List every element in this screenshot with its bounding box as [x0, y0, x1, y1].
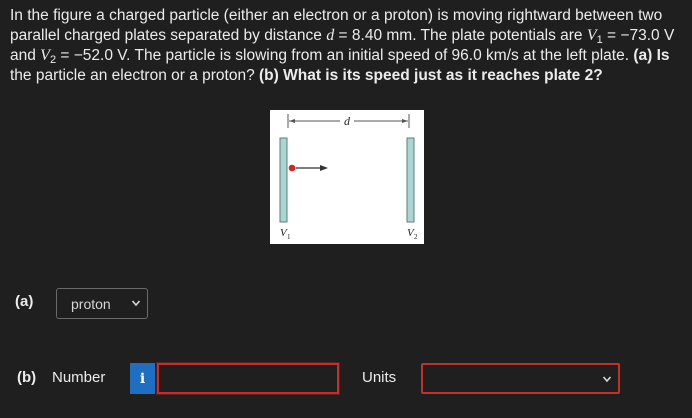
units-label: Units: [362, 369, 397, 386]
problem-text: In the figure a charged particle (either…: [10, 7, 663, 24]
plate-1: [279, 137, 288, 223]
problem-text: = −73.0 V: [602, 27, 675, 44]
part-a-label: (a): [15, 293, 34, 310]
dimension-arrow-right: [402, 119, 408, 123]
problem-text: What is its speed just as it reaches pla…: [278, 67, 603, 84]
velocity-arrowhead: [320, 165, 328, 171]
problem-text: the particle an electron or a proton?: [10, 67, 260, 84]
problem-text: = −52.0 V. The particle is slowing from …: [56, 47, 634, 64]
problem-line-4: the particle an electron or a proton? (b…: [10, 66, 686, 86]
plates-diagram: d V 1 V 2: [279, 114, 418, 241]
particle-type-select[interactable]: proton: [56, 288, 148, 319]
problem-text: Is: [652, 47, 670, 64]
chevron-down-icon: [131, 300, 141, 307]
question-a-marker: (a): [633, 47, 653, 64]
info-icon: i: [139, 370, 146, 387]
problem-text: = 8.40 mm. The plate potentials are: [334, 27, 587, 44]
v2-symbol: V: [40, 47, 50, 64]
v1-label-sub: 1: [287, 233, 291, 241]
v2-label-sub: 2: [414, 233, 418, 241]
problem-line-2: parallel charged plates separated by dis…: [10, 26, 686, 46]
part-b-label: (b): [17, 369, 37, 386]
problem-statement: In the figure a charged particle (either…: [10, 6, 686, 86]
number-label: Number: [52, 369, 106, 386]
plate-2: [406, 137, 415, 223]
problem-text: parallel charged plates separated by dis…: [10, 27, 327, 44]
question-b-marker: (b): [259, 67, 279, 84]
problem-text: and: [10, 47, 41, 64]
plates-figure: d V 1 V 2: [270, 110, 424, 244]
problem-line-3: and V2 = −52.0 V. The particle is slowin…: [10, 46, 686, 66]
particle-type-value: proton: [71, 295, 111, 312]
info-button[interactable]: i: [130, 363, 155, 394]
distance-label: d: [344, 114, 351, 128]
dimension-arrow-left: [289, 119, 295, 123]
v1-symbol: V: [586, 27, 597, 44]
units-select[interactable]: [421, 363, 620, 394]
chevron-down-icon: [602, 376, 612, 383]
number-input[interactable]: [156, 362, 340, 395]
problem-line-1: In the figure a charged particle (either…: [10, 6, 686, 26]
particle: [288, 164, 296, 172]
